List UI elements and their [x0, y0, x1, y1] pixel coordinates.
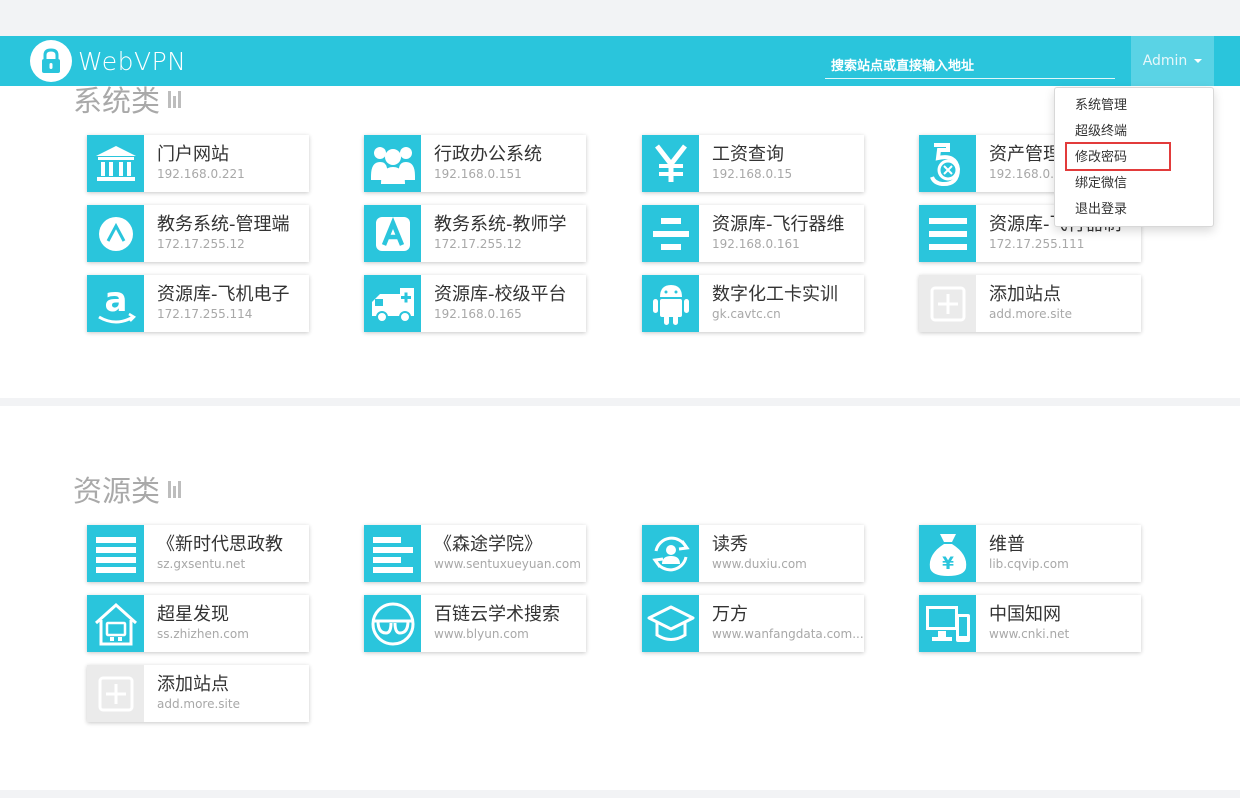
- site-address: www.blyun.com: [434, 627, 529, 641]
- justify-icon: [87, 525, 144, 582]
- devices-icon: [919, 595, 976, 652]
- site-address: 192.168.0.15: [712, 167, 793, 181]
- site-card[interactable]: ¥ 维普 lib.cqvip.com: [919, 525, 1141, 582]
- sort-icon[interactable]: [168, 480, 182, 498]
- site-card[interactable]: 教务系统-管理端 172.17.255.12: [87, 205, 309, 262]
- android-icon: [642, 275, 699, 332]
- money-bag-icon: ¥: [919, 525, 976, 582]
- site-address: add.more.site: [989, 307, 1072, 321]
- justify-icon: [919, 205, 976, 262]
- caret-down-icon: [1194, 59, 1203, 63]
- search-input[interactable]: [825, 50, 1115, 79]
- site-address: 172.17.255.114: [157, 307, 253, 321]
- site-card[interactable]: 资源库-飞行器维 192.168.0.161: [642, 205, 864, 262]
- site-address: sz.gxsentu.net: [157, 557, 246, 571]
- site-address: 172.17.255.12: [434, 237, 522, 251]
- site-card[interactable]: 教务系统-教师学 172.17.255.12: [364, 205, 586, 262]
- align-center-icon: [642, 205, 699, 262]
- square-a-icon: [364, 205, 421, 262]
- house-icon: [87, 595, 144, 652]
- sort-icon[interactable]: [168, 90, 182, 108]
- site-card[interactable]: 万方 www.wanfangdata.com...: [642, 595, 864, 652]
- site-address: 192.168.0.161: [712, 237, 800, 251]
- site-address: www.duxiu.com: [712, 557, 807, 571]
- site-name: 中国知网: [989, 604, 1061, 625]
- amazon-icon: a: [87, 275, 144, 332]
- glasses-icon: [364, 595, 421, 652]
- site-card[interactable]: a 资源库-飞机电子 172.17.255.114: [87, 275, 309, 332]
- site-card[interactable]: 百链云学术搜索 www.blyun.com: [364, 595, 586, 652]
- site-name: 资源库-飞机电子: [157, 284, 290, 305]
- site-card[interactable]: 中国知网 www.cnki.net: [919, 595, 1141, 652]
- brand-logo[interactable]: WebVPN: [30, 40, 186, 82]
- site-name: 教务系统-管理端: [157, 214, 290, 235]
- section-title-text: 资源类: [73, 474, 161, 508]
- site-card[interactable]: 读秀 www.duxiu.com: [642, 525, 864, 582]
- site-name: 工资查询: [712, 144, 784, 165]
- site-name: 教务系统-教师学: [434, 214, 567, 235]
- site-card[interactable]: 工资查询 192.168.0.15: [642, 135, 864, 192]
- menu-item-bind-wechat[interactable]: 绑定微信: [1055, 171, 1213, 197]
- people-icon: [364, 135, 421, 192]
- graduation-cap-icon: [642, 595, 699, 652]
- site-address: www.cnki.net: [989, 627, 1070, 641]
- menu-item-logout[interactable]: 退出登录: [1055, 197, 1213, 223]
- site-card[interactable]: 行政办公系统 192.168.0.151: [364, 135, 586, 192]
- site-name: 百链云学术搜索: [434, 604, 560, 625]
- site-address: 172.17.255.111: [989, 237, 1085, 251]
- lock-icon: [30, 40, 72, 82]
- brand-name: WebVPN: [78, 46, 187, 76]
- site-address: add.more.site: [157, 697, 240, 711]
- add-site-card[interactable]: 添加站点 add.more.site: [87, 665, 309, 722]
- site-address: www.wanfangdata.com...: [712, 627, 864, 641]
- site-name: 《新时代思政教: [157, 534, 283, 555]
- user-name: Admin: [1142, 53, 1188, 69]
- site-name: 添加站点: [989, 284, 1061, 305]
- site-name: 资源库-校级平台: [434, 284, 567, 305]
- site-name: 维普: [989, 534, 1025, 555]
- section-title-resource: 资源类: [73, 468, 182, 510]
- site-card[interactable]: 资源库-校级平台 192.168.0.165: [364, 275, 586, 332]
- add-icon: [87, 665, 144, 722]
- site-name: 万方: [712, 604, 748, 625]
- site-address: gk.cavtc.cn: [712, 307, 781, 321]
- site-name: 数字化工卡实训: [712, 284, 838, 305]
- user-menu-toggle[interactable]: Admin: [1131, 36, 1214, 86]
- site-name: 添加站点: [157, 674, 229, 695]
- highlight-box: [1065, 142, 1171, 171]
- site-name: 读秀: [712, 534, 748, 555]
- yen-icon: [642, 135, 699, 192]
- site-card[interactable]: 《新时代思政教 sz.gxsentu.net: [87, 525, 309, 582]
- site-name: 《森途学院》: [434, 534, 542, 555]
- site-address: 192.168.0.165: [434, 307, 522, 321]
- site-card[interactable]: 《森途学院》 www.sentuxueyuan.com: [364, 525, 586, 582]
- circle-a-icon: [87, 205, 144, 262]
- svg-text:¥: ¥: [942, 554, 954, 574]
- bank-icon: [87, 135, 144, 192]
- top-strip: [0, 0, 1240, 36]
- site-address: lib.cqvip.com: [989, 557, 1069, 571]
- site-card[interactable]: 数字化工卡实训 gk.cavtc.cn: [642, 275, 864, 332]
- site-name: 资源库-飞行器维: [712, 214, 845, 235]
- site-card[interactable]: 超星发现 ss.zhizhen.com: [87, 595, 309, 652]
- site-address: www.sentuxueyuan.com: [434, 557, 581, 571]
- five-icon: [919, 135, 976, 192]
- site-name: 超星发现: [157, 604, 229, 625]
- site-address: 192.168.0.221: [157, 167, 245, 181]
- align-left-icon: [364, 525, 421, 582]
- site-address: ss.zhizhen.com: [157, 627, 249, 641]
- add-site-card[interactable]: 添加站点 add.more.site: [919, 275, 1141, 332]
- site-name: 行政办公系统: [434, 144, 542, 165]
- menu-item-system-manage[interactable]: 系统管理: [1055, 93, 1213, 119]
- site-name: 门户网站: [157, 144, 229, 165]
- add-icon: [919, 275, 976, 332]
- navbar: WebVPN 搜索站点或直接输入地址 Admin: [0, 36, 1240, 86]
- svg-text:a: a: [104, 281, 127, 320]
- site-card[interactable]: 门户网站 192.168.0.221: [87, 135, 309, 192]
- user-sync-icon: [642, 525, 699, 582]
- site-address: 192.168.0.151: [434, 167, 522, 181]
- ambulance-icon: [364, 275, 421, 332]
- site-address: 172.17.255.12: [157, 237, 245, 251]
